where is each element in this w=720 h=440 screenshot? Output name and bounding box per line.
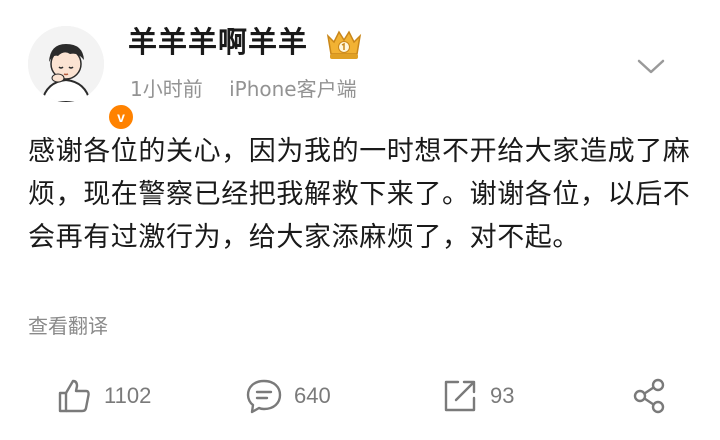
comment-icon (246, 379, 282, 414)
post-text: 感谢各位的关心，因为我的一时想不开给大家造成了麻烦，现在警察已经把我解救下来了。… (28, 136, 691, 253)
repost-icon (444, 380, 476, 412)
action-bar: 1102 640 93 (0, 370, 720, 422)
weibo-post-card: v 羊羊羊啊羊羊 1小时前 iPhone客户端 感谢各位的关心，因为我的一时想不… (0, 0, 720, 440)
translate-link[interactable]: 查看翻译 (28, 311, 108, 341)
repost-button[interactable]: 93 (440, 370, 514, 422)
avatar-cartoon-icon (28, 26, 104, 102)
like-button[interactable]: 1102 (54, 370, 151, 422)
share-icon (633, 378, 665, 414)
like-count: 1102 (104, 383, 152, 408)
post-meta: 1小时前 iPhone客户端 (130, 74, 357, 104)
thumbs-up-icon (58, 379, 90, 413)
share-button[interactable] (630, 370, 670, 422)
post-source: iPhone客户端 (229, 77, 357, 101)
verified-badge: v (106, 102, 136, 132)
avatar[interactable]: v (28, 26, 136, 132)
crown-badge-icon[interactable] (324, 26, 364, 62)
post-time: 1小时前 (130, 77, 203, 101)
username[interactable]: 羊羊羊啊羊羊 (128, 22, 308, 62)
chevron-down-icon[interactable] (634, 54, 668, 78)
repost-count: 93 (490, 383, 515, 408)
comment-count: 640 (294, 383, 331, 408)
comment-button[interactable]: 640 (244, 370, 331, 422)
